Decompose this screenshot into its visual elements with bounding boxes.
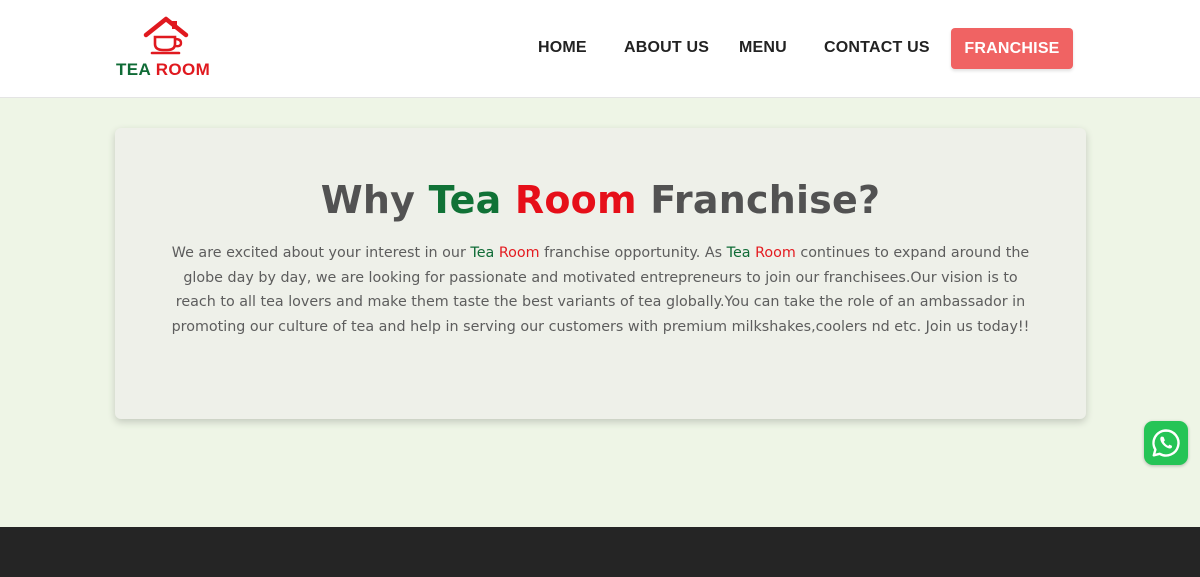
title-why: Why — [320, 178, 416, 222]
brand-name-part2: ROOM — [155, 60, 211, 79]
intro-tea-1: Tea — [470, 245, 495, 261]
page-title: Why Tea Room Franchise? — [115, 178, 1086, 222]
intro-room-2: Room — [755, 245, 796, 261]
whatsapp-button[interactable] — [1144, 421, 1188, 465]
house-with-teacup-icon — [143, 16, 189, 55]
nav-menu[interactable]: MENU — [739, 39, 787, 57]
site-footer — [0, 527, 1200, 577]
site-header: TEA ROOM HOME ABOUT US MENU CONTACT US F… — [0, 0, 1200, 98]
nav-contact-us[interactable]: CONTACT US — [824, 39, 930, 57]
brand-name-part1: TEA — [116, 60, 151, 79]
intro-room-1: Room — [498, 245, 540, 261]
nav-home[interactable]: HOME — [538, 39, 587, 57]
intro-text-2: franchise opportunity. As — [544, 245, 723, 261]
franchise-intro-card: Why Tea Room Franchise? We are excited a… — [115, 128, 1086, 419]
franchise-button[interactable]: FRANCHISE — [951, 28, 1073, 69]
logo[interactable]: TEA ROOM — [116, 16, 218, 80]
nav-about-us[interactable]: ABOUT US — [624, 39, 709, 57]
intro-paragraph: We are excited about your interest in ou… — [163, 241, 1038, 339]
intro-tea-2: Tea — [726, 245, 751, 261]
brand-name: TEA ROOM — [116, 60, 218, 80]
title-room: Room — [514, 178, 637, 222]
whatsapp-icon — [1152, 429, 1180, 457]
title-franchise: Franchise? — [650, 178, 881, 222]
title-tea: Tea — [428, 178, 502, 222]
intro-text-1: We are excited about your interest in ou… — [171, 245, 466, 261]
